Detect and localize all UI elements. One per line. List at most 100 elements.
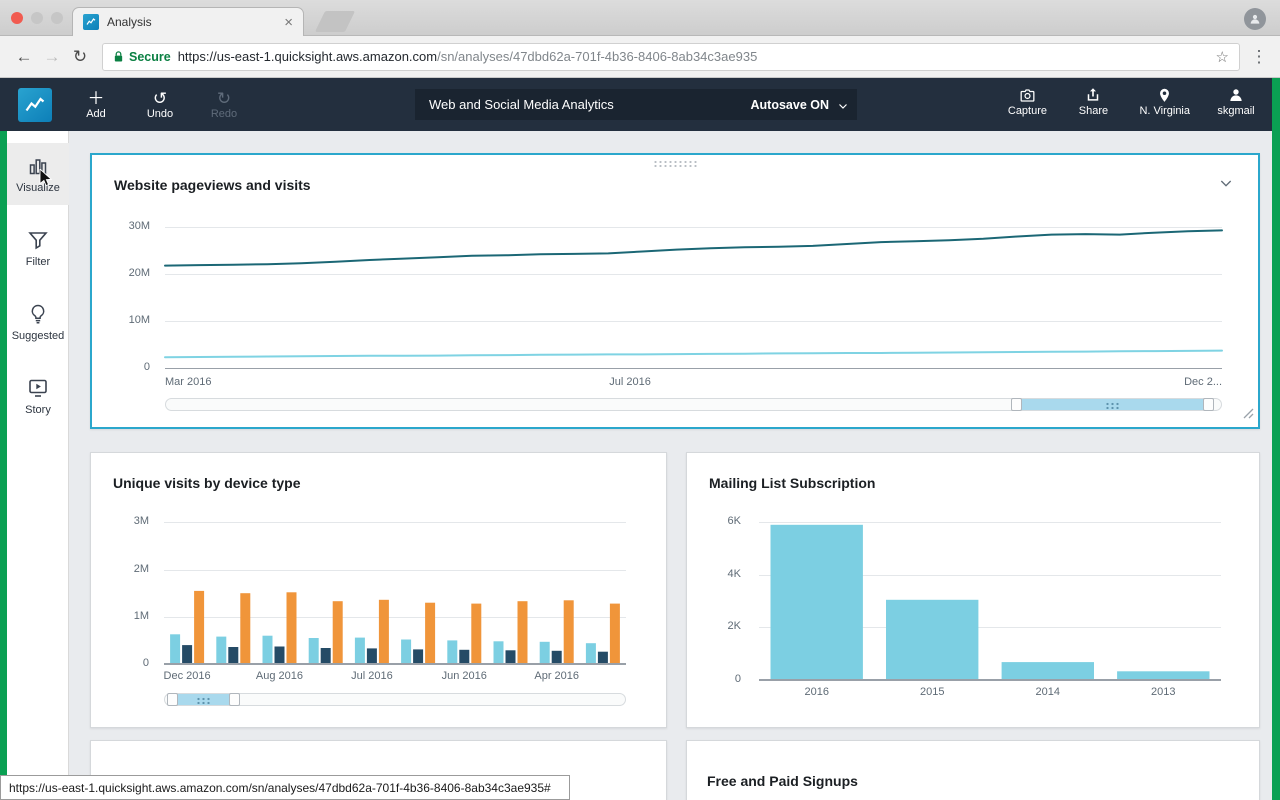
scrubber-left-handle[interactable] [1011,398,1022,411]
y-tick-label: 20M [128,267,150,279]
y-tick-label: 10M [128,314,150,326]
add-button[interactable]: ＋ Add [76,88,116,121]
scrubber-left-handle[interactable] [167,693,178,706]
y-axis: 0 10M 20M 30M [102,213,154,373]
visual-title: Free and Paid Signups [707,773,858,789]
filter-funnel-icon [28,232,48,250]
y-tick-label: 2M [133,563,149,575]
y-tick-label: 0 [143,361,150,373]
bookmark-star-icon[interactable]: ☆ [1216,48,1229,66]
y-tick-label: 4K [727,568,741,580]
user-label: skgmail [1217,105,1255,117]
x-tick-label: Dec 2... [1184,376,1222,388]
visual-website-pageviews[interactable]: Website pageviews and visits 0 10M 20M 30M … [90,153,1260,429]
sidebar-label: Visualize [16,182,60,194]
undo-button[interactable]: ↺ Undo [140,88,180,121]
zoom-window-button[interactable] [51,12,63,24]
scrubber-grip-dots [1105,402,1121,409]
scrubber-selected-range[interactable] [173,694,235,705]
quicksight-header: ＋ Add ↺ Undo ↻ Redo Web and Social Media… [0,78,1272,131]
visual-mailing-list[interactable]: Mailing List Subscription 0 2K 4K 6K 2016 20… [686,452,1260,728]
camera-icon [1018,86,1037,104]
scrubber-right-handle[interactable] [229,693,240,706]
y-tick-label: 3M [133,515,149,527]
browser-profile-avatar[interactable] [1244,8,1266,30]
y-axis: 0 2K 4K 6K [701,513,745,685]
timeline-scrubber[interactable] [165,398,1222,411]
sidebar-item-story[interactable]: Story [7,365,69,427]
resize-handle[interactable] [1243,406,1254,424]
redo-label: Redo [210,108,238,120]
x-axis: 2016 2015 2014 2013 [759,686,1221,700]
scrubber-selected-range[interactable] [1018,399,1208,410]
visual-title: Unique visits by device type [113,475,301,491]
x-tick-label: Jun 2016 [441,670,487,682]
bar-chart-plot [759,522,1221,681]
new-tab-button[interactable] [314,11,356,32]
url-text: https://us-east-1.quicksight.aws.amazon.… [178,49,1209,64]
x-axis: Mar 2016 Jul 2016 Dec 2... [165,376,1222,390]
close-window-button[interactable] [11,12,23,24]
visual-title: Mailing List Subscription [709,475,876,491]
analysis-canvas: Website pageviews and visits 0 10M 20M 30M … [69,131,1272,800]
share-button[interactable]: Share [1073,86,1113,117]
quicksight-logo[interactable] [18,87,52,122]
y-tick-label: 6K [727,515,741,527]
x-tick-label: Apr 2016 [534,670,580,682]
x-axis: Dec 2016 Aug 2016 Jul 2016 Jun 2016 Apr 2016 [164,670,626,684]
region-button[interactable]: N. Virginia [1139,86,1190,117]
grouped-bar-plot [164,522,626,665]
redo-icon: ↻ [216,88,232,108]
capture-label: Capture [1007,105,1048,117]
visual-menu-chevron-icon[interactable] [1218,175,1234,196]
x-tick-label: Mar 2016 [165,376,212,388]
lightbulb-icon [31,304,45,324]
visual-free-paid-signups[interactable]: Free and Paid Signups [686,740,1260,800]
y-tick-label: 0 [734,673,741,685]
browser-tab[interactable]: Analysis × [72,7,304,36]
sidebar-item-suggested[interactable]: Suggested [7,291,69,353]
autosave-label: Autosave ON [750,97,830,112]
drag-handle[interactable] [653,160,697,167]
analysis-title-bar[interactable]: Web and Social Media Analytics Autosave … [415,89,857,120]
forward-button[interactable]: → [38,43,66,71]
security-chip[interactable]: Secure [113,50,171,64]
reload-button[interactable]: ↻ [66,43,94,71]
user-menu-button[interactable]: skgmail [1216,86,1256,117]
location-pin-icon [1156,86,1173,104]
browser-menu-icon[interactable]: ⋮ [1248,47,1270,67]
sidebar-label: Story [25,404,51,416]
redo-button[interactable]: ↻ Redo [204,88,244,121]
y-tick-label: 30M [128,220,150,232]
url-path: /sn/analyses/47dbd62a-701f-4b36-8406-8ab… [437,49,758,64]
timeline-scrubber[interactable] [164,693,626,706]
sidebar-label: Filter [25,256,51,268]
sidebar-item-filter[interactable]: Filter [7,217,69,279]
y-tick-label: 2K [727,620,741,632]
sidebar-label: Suggested [11,330,65,342]
undo-icon: ↺ [152,88,168,108]
back-button[interactable]: ← [10,43,38,71]
plus-icon: ＋ [87,88,105,108]
x-tick-label: Dec 2016 [163,670,211,682]
autosave-dropdown[interactable]: Autosave ON [751,98,858,112]
tab-close-icon[interactable]: × [284,15,293,30]
visual-unique-visits-device[interactable]: Unique visits by device type 0 1M 2M 3M Dec… [90,452,667,728]
x-tick-label: 2013 [1151,686,1176,698]
address-bar[interactable]: Secure https://us-east-1.quicksight.aws.… [102,42,1240,71]
browser-toolbar: ← → ↻ Secure https://us-east-1.quicksigh… [0,36,1280,78]
left-sidebar: Visualize Filter Suggested Story [7,131,69,800]
capture-button[interactable]: Capture [1007,86,1047,117]
y-tick-label: 0 [142,657,149,669]
share-icon [1084,86,1102,104]
scrubber-right-handle[interactable] [1203,398,1214,411]
region-label: N. Virginia [1139,105,1190,117]
status-url-tooltip: https://us-east-1.quicksight.aws.amazon.… [0,775,570,800]
minimize-window-button[interactable] [31,12,43,24]
chevron-down-icon [839,103,847,109]
browser-tabstrip: Analysis × [0,0,1280,36]
mouse-cursor [39,169,52,187]
url-host: https://us-east-1.quicksight.aws.amazon.… [177,49,438,64]
sidebar-item-visualize[interactable]: Visualize [7,143,69,205]
visual-title: Website pageviews and visits [114,177,311,193]
